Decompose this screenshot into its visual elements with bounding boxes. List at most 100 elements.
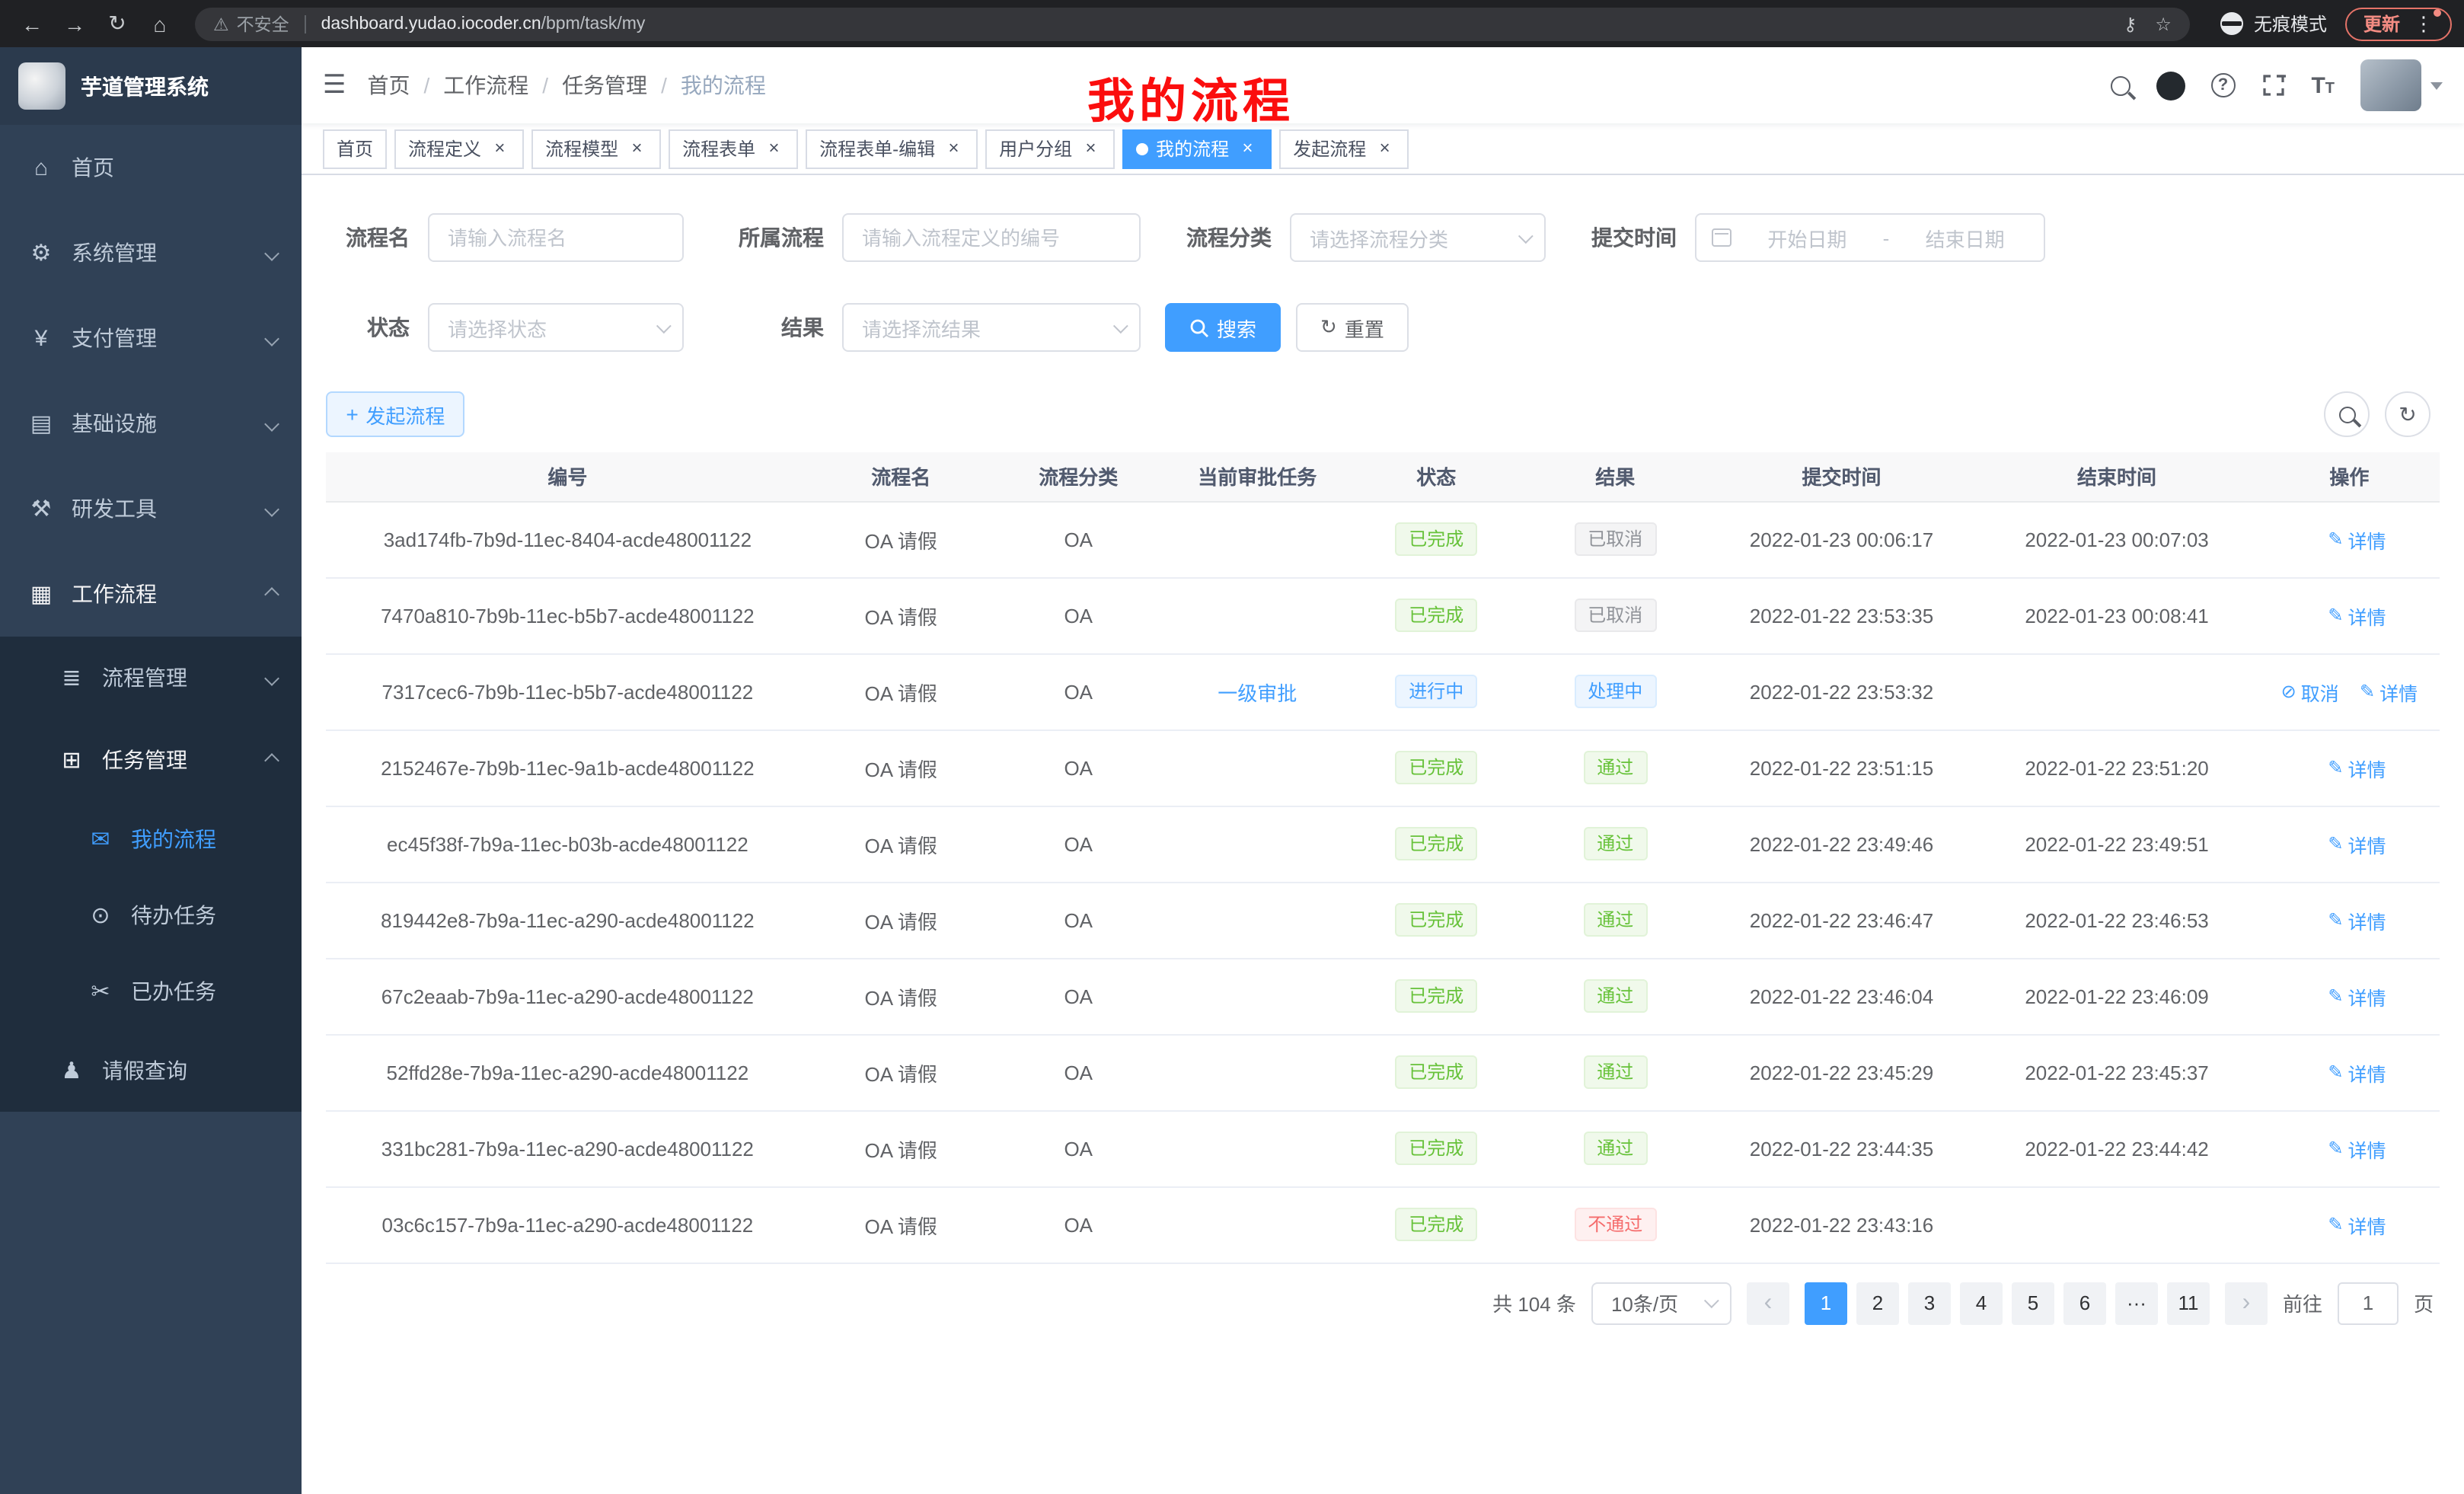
help-icon[interactable] [2210, 73, 2235, 97]
page-annotation: 我的流程 [1087, 62, 1294, 131]
forward-button[interactable]: → [55, 5, 94, 42]
refresh-table-button[interactable] [2385, 391, 2430, 437]
sidebar-item-payment-management[interactable]: ¥ 支付管理 [0, 295, 302, 381]
sidebar-item-task-management[interactable]: ⊞ 任务管理 [0, 719, 302, 801]
home-button[interactable]: ⌂ [140, 5, 180, 42]
cell-id: 7317cec6-7b9b-11ec-b5b7-acde48001122 [326, 653, 809, 729]
result-tag: 通过 [1583, 979, 1647, 1013]
search-icon[interactable] [2110, 75, 2130, 95]
sidebar-item-system-management[interactable]: ⚙ 系统管理 [0, 210, 302, 295]
process-name-input[interactable] [428, 213, 684, 262]
sidebar-item-todo-tasks[interactable]: ⊙ 待办任务 [0, 877, 302, 953]
close-icon[interactable] [1237, 138, 1258, 159]
detail-action[interactable]: 详情 [2328, 982, 2386, 1010]
breadcrumb-home[interactable]: 首页 [368, 70, 410, 101]
security-label: 不安全 [237, 11, 289, 36]
detail-action[interactable]: 详情 [2328, 525, 2386, 554]
chevron-down-icon [1704, 1293, 1719, 1308]
detail-action[interactable]: 详情 [2328, 829, 2386, 858]
page-button[interactable]: 5 [2012, 1282, 2054, 1324]
view-tab[interactable]: 流程表单-编辑 [806, 129, 978, 168]
detail-action[interactable]: 详情 [2360, 677, 2418, 706]
view-tab[interactable]: 流程定义 [394, 129, 524, 168]
next-page-button[interactable]: › [2225, 1282, 2268, 1324]
detail-action[interactable]: 详情 [2328, 1210, 2386, 1239]
page-button[interactable]: 1 [1805, 1282, 1847, 1324]
page-button[interactable]: 11 [2167, 1282, 2210, 1324]
create-process-button[interactable]: 发起流程 [326, 391, 464, 437]
jump-page-input[interactable] [2338, 1282, 2399, 1324]
close-icon[interactable] [1374, 138, 1395, 159]
sidebar-item-done-tasks[interactable]: ✂ 已办任务 [0, 953, 302, 1030]
app-logo[interactable]: 芋道管理系统 [0, 47, 302, 125]
sidebar-item-leave-query[interactable]: ♟ 请假查询 [0, 1030, 302, 1112]
search-button[interactable]: 搜索 [1165, 303, 1281, 352]
active-dot-icon [1136, 142, 1148, 155]
submit-time-range-picker[interactable]: 开始日期 - 结束日期 [1695, 213, 2045, 262]
font-size-icon[interactable] [2311, 72, 2335, 98]
view-tab[interactable]: 流程表单 [669, 129, 798, 168]
current-task-link[interactable]: 一级审批 [1218, 682, 1297, 704]
result-select[interactable]: 请选择流结果 [842, 303, 1141, 352]
detail-action[interactable]: 详情 [2328, 601, 2386, 630]
view-tab[interactable]: 发起流程 [1279, 129, 1409, 168]
browser-menu-icon[interactable]: ⋮ [2414, 11, 2434, 36]
breadcrumb-workflow[interactable]: 工作流程 [443, 70, 528, 101]
security-chip[interactable]: ⚠ 不安全 [213, 11, 289, 36]
close-icon[interactable] [489, 138, 510, 159]
reset-button[interactable]: 重置 [1296, 303, 1409, 352]
sidebar-item-process-management[interactable]: ≣ 流程管理 [0, 637, 302, 719]
password-key-icon[interactable]: ⚷ [2124, 13, 2137, 34]
status-select[interactable]: 请选择状态 [428, 303, 684, 352]
user-avatar-menu[interactable] [2360, 59, 2443, 111]
toggle-search-button[interactable] [2324, 391, 2370, 437]
process-definition-input[interactable] [842, 213, 1141, 262]
bookmark-star-icon[interactable]: ☆ [2155, 13, 2172, 34]
menu-label: 任务管理 [102, 745, 187, 775]
reload-button[interactable]: ↻ [97, 5, 137, 42]
sidebar-toggle-icon[interactable] [302, 70, 368, 101]
cell-result: 已取消 [1522, 577, 1709, 653]
scissors-icon: ✂ [87, 978, 114, 1005]
close-icon[interactable] [763, 138, 784, 159]
detail-icon [2328, 985, 2343, 1007]
detail-action[interactable]: 详情 [2328, 905, 2386, 934]
view-tab[interactable]: 我的流程 [1122, 129, 1272, 168]
process-list-icon: ≣ [58, 664, 85, 691]
page-size-select[interactable]: 10条/页 [1591, 1282, 1732, 1324]
page-button[interactable]: 3 [1908, 1282, 1951, 1324]
chevron-down-icon [264, 245, 279, 260]
cancel-action[interactable]: 取消 [2281, 677, 2339, 706]
cell-current-task [1164, 1110, 1351, 1186]
browser-update-button[interactable]: 更新 ⋮ [2345, 7, 2452, 40]
page-button[interactable]: 6 [2063, 1282, 2106, 1324]
view-tab[interactable]: 流程模型 [531, 129, 661, 168]
view-tab[interactable]: 首页 [323, 129, 387, 168]
page-button[interactable]: ··· [2115, 1282, 2158, 1324]
close-icon[interactable] [1080, 138, 1101, 159]
page-button[interactable]: 4 [1960, 1282, 2003, 1324]
address-bar[interactable]: ⚠ 不安全 dashboard.yudao.iocoder.cn/bpm/tas… [195, 7, 2190, 40]
detail-action[interactable]: 详情 [2328, 1058, 2386, 1087]
sidebar-item-workflow[interactable]: ▦ 工作流程 [0, 551, 302, 637]
sidebar-item-home[interactable]: ⌂ 首页 [0, 125, 302, 210]
page-button[interactable]: 2 [1856, 1282, 1899, 1324]
cell-category: OA [993, 577, 1164, 653]
fullscreen-icon[interactable] [2261, 73, 2285, 97]
back-button[interactable]: ← [12, 5, 52, 42]
category-select[interactable]: 请选择流程分类 [1290, 213, 1546, 262]
view-tab[interactable]: 用户分组 [985, 129, 1115, 168]
sidebar-item-infrastructure[interactable]: ▤ 基础设施 [0, 381, 302, 466]
status-tag: 已完成 [1395, 751, 1477, 784]
breadcrumb-task-management[interactable]: 任务管理 [562, 70, 647, 101]
detail-icon [2328, 1214, 2343, 1235]
sidebar-item-my-process[interactable]: ✉ 我的流程 [0, 801, 302, 877]
detail-action[interactable]: 详情 [2328, 753, 2386, 782]
close-icon[interactable] [943, 138, 964, 159]
prev-page-button[interactable]: ‹ [1747, 1282, 1789, 1324]
detail-action[interactable]: 详情 [2328, 1134, 2386, 1163]
close-icon[interactable] [626, 138, 647, 159]
sidebar-item-dev-tools[interactable]: ⚒ 研发工具 [0, 466, 302, 551]
process-table: 编号 流程名 流程分类 当前审批任务 状态 结果 提交时间 结束时间 操作 3a… [326, 452, 2440, 1263]
github-icon[interactable] [2156, 71, 2185, 100]
